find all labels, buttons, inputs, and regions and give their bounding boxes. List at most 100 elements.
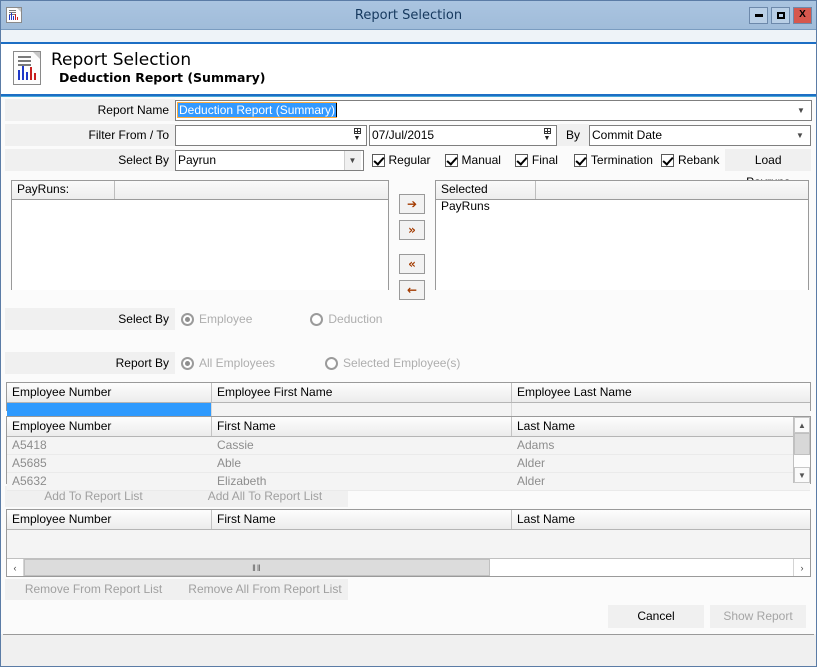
cell-employee-number: A5418 [12,438,47,452]
calendar-spinner-icon[interactable]: ▼ [540,126,554,145]
checkbox-final[interactable]: Final [514,153,558,167]
radio-all-employees-dot[interactable] [181,356,194,370]
radio-all-employees-label: All Employees [199,356,276,370]
chevron-left-icon[interactable]: ‹ [7,559,24,576]
report-selection-window: Report Selection X Report Selection Dedu… [0,0,817,667]
payruns-listbox[interactable]: PayRuns: [11,180,389,290]
checkbox-termination[interactable]: Termination [573,153,653,167]
filter-by-value: Commit Date [592,128,663,142]
payruns-listbox-body[interactable] [12,200,388,290]
radio-select-by-deduction-dot[interactable] [310,312,324,326]
report-list-grid-body[interactable] [7,530,810,558]
remove-from-report-list-button[interactable]: Remove From Report List [5,579,182,600]
select-by-payrun-row: Select By Payrun ▼ Regular Manual Final … [5,148,812,189]
move-all-left-button[interactable]: « [399,254,425,274]
move-right-button[interactable]: ➔ [399,194,425,214]
cell-first-name: Able [217,456,242,470]
load-payruns-button[interactable]: Load Payruns [725,149,811,189]
calendar-spinner-icon[interactable]: ▼ [350,126,364,145]
remove-all-from-report-list-button[interactable]: Remove All From Report List [182,579,348,600]
dialog-actions: Cancel Show Report [1,605,816,628]
filter-from-date-input[interactable]: ▼ [175,124,367,146]
form-body: Report Name Deduction Report (Summary) ▼… [1,96,816,634]
page-header: Report Selection Deduction Report (Summa… [1,44,816,96]
report-list-header-last-name[interactable]: Last Name [512,510,810,529]
employee-grid-body[interactable]: A5418 Cassie Adams A5685 Able Alder A563… [7,437,810,491]
radio-select-by-deduction[interactable]: Deduction [310,312,382,326]
chevron-down-icon[interactable]: ▼ [343,150,361,170]
report-name-combo[interactable]: Deduction Report (Summary) ▼ [175,99,812,121]
cell-last-name: Alder [517,456,546,470]
selected-payruns-listbox-body[interactable] [436,200,808,290]
selected-payruns-listbox[interactable]: Selected PayRuns [435,180,809,290]
checkbox-termination-box[interactable] [573,153,587,167]
move-left-button[interactable]: ← [399,280,425,300]
table-row[interactable]: A5685 Able Alder [7,455,810,473]
radio-select-by-employee[interactable]: Employee [181,312,252,326]
scrollbar-track[interactable] [489,559,793,576]
payruns-column-header: PayRuns: [12,181,115,199]
employee-filter-grid-header: Employee Number Employee First Name Empl… [7,383,810,403]
report-list-header-number[interactable]: Employee Number [7,510,212,529]
filter-to-date-value: 07/Jul/2015 [372,128,435,142]
checkbox-final-box[interactable] [514,153,528,167]
employee-grid-header-last-name[interactable]: Last Name [512,417,810,436]
move-all-right-button[interactable]: » [399,220,425,240]
checkbox-termination-label: Termination [590,153,653,167]
page-title: Report Selection [51,50,192,70]
chevron-down-icon[interactable]: ▼ [793,101,809,120]
radio-selected-employees-dot[interactable] [325,356,339,370]
employee-grid-header-number[interactable]: Employee Number [7,417,212,436]
select-by-entity-label: Select By [5,308,175,330]
table-row[interactable]: A5418 Cassie Adams [7,437,810,455]
page-header-text: Report Selection Deduction Report (Summa… [51,50,265,86]
filter-header-employee-first-name[interactable]: Employee First Name [212,383,512,402]
employee-grid-header-first-name[interactable]: First Name [212,417,512,436]
chevron-down-icon[interactable]: ▼ [794,467,810,483]
radio-select-by-employee-dot[interactable] [181,312,194,326]
checkbox-regular[interactable]: Regular [371,153,431,167]
radio-selected-employees[interactable]: Selected Employee(s) [325,356,460,370]
window-title: Report Selection [354,7,463,23]
checkbox-manual[interactable]: Manual [444,153,501,167]
filter-header-employee-last-name[interactable]: Employee Last Name [512,383,810,402]
filter-header-employee-number[interactable]: Employee Number [7,383,212,402]
filter-to-date-input[interactable]: 07/Jul/2015 ▼ [369,124,557,146]
show-report-button[interactable]: Show Report [710,605,806,628]
scrollbar-track[interactable] [794,455,810,467]
report-document-icon [13,51,41,85]
radio-select-by-deduction-label: Deduction [328,312,383,326]
radio-all-employees[interactable]: All Employees [181,356,275,370]
report-list-grid[interactable]: Employee Number First Name Last Name ‹ ‖… [6,509,811,577]
table-row[interactable]: A5632 Elizabeth Alder [7,473,810,491]
selected-payruns-listbox-header: Selected PayRuns [436,181,808,213]
window-controls: X [749,6,812,24]
cancel-button[interactable]: Cancel [608,605,704,628]
scrollbar-thumb[interactable]: ‖‖ [24,559,490,576]
chevron-down-icon[interactable]: ▼ [792,126,808,145]
select-by-payrun-label: Select By [5,149,175,171]
report-list-horizontal-scrollbar[interactable]: ‹ ‖‖ › [7,558,810,576]
checkbox-rebank-box[interactable] [660,153,674,167]
minimize-button[interactable] [749,6,768,24]
chevron-right-icon[interactable]: › [793,559,810,576]
employee-filter-grid[interactable]: Employee Number Employee First Name Empl… [6,382,811,423]
window-titlebar[interactable]: Report Selection X [1,1,816,30]
employee-grid[interactable]: Employee Number First Name Last Name A54… [6,416,811,491]
close-button[interactable]: X [793,6,812,24]
checkbox-rebank[interactable]: Rebank [660,153,719,167]
select-by-payrun-combo[interactable]: Payrun ▼ [175,149,364,171]
filter-by-combo[interactable]: Commit Date ▼ [589,124,811,146]
chevron-up-icon[interactable]: ▲ [794,417,810,433]
employee-grid-vertical-scrollbar[interactable]: ▲ ▼ [793,417,810,483]
payruns-column-header-filler [115,181,388,199]
checkbox-regular-label: Regular [388,153,431,167]
employee-grid-header: Employee Number First Name Last Name [7,417,810,437]
status-bar [3,634,814,664]
cell-first-name: Cassie [217,438,254,452]
maximize-button[interactable] [771,6,790,24]
report-list-header-first-name[interactable]: First Name [212,510,512,529]
checkbox-manual-box[interactable] [444,153,458,167]
checkbox-regular-box[interactable] [371,153,385,167]
scrollbar-thumb[interactable] [794,433,810,455]
